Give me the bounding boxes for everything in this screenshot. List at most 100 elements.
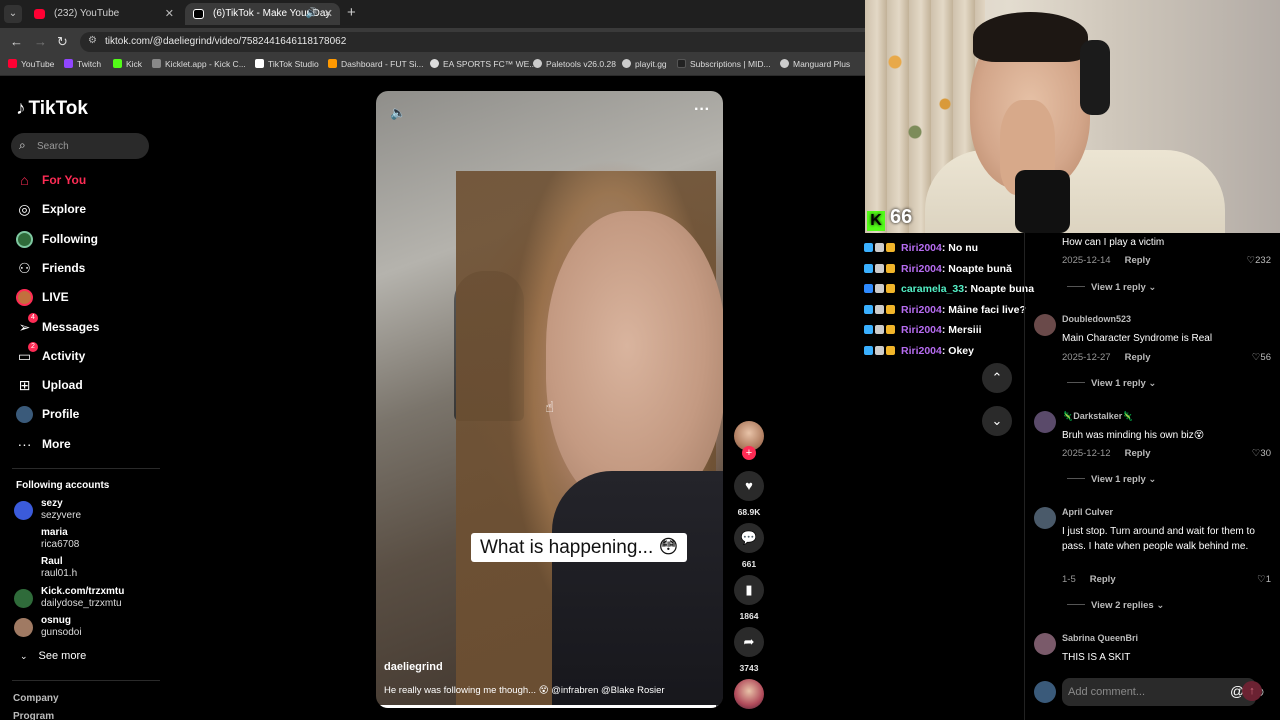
bookmark-tiktok-studio[interactable]: TikTok Studio <box>255 59 319 69</box>
bookmark-label: EA SPORTS FC™ WE... <box>443 59 537 69</box>
send-icon[interactable]: ↑ <box>1242 681 1262 701</box>
search-icon[interactable]: ⌕ <box>19 138 26 153</box>
music-disc-avatar[interactable] <box>734 679 764 709</box>
avatar <box>14 501 33 520</box>
comment-field[interactable]: @ ☺ <box>1062 678 1266 706</box>
video-caption-overlay: What is happening... 😳 <box>471 533 688 562</box>
video-author[interactable]: daeliegrind <box>384 661 443 673</box>
nav-label: Upload <box>42 378 83 392</box>
nav-for-you[interactable]: ⌂ For You <box>14 169 164 193</box>
globe-icon <box>430 59 439 68</box>
youtube-favicon-icon <box>34 9 45 19</box>
see-more-button[interactable]: ⌄ See more <box>20 650 86 662</box>
globe-icon <box>780 59 789 68</box>
bookmark-icon[interactable]: ▮ <box>734 575 764 605</box>
comment-item: April Culver I just stop. Turn around an… <box>1034 507 1274 593</box>
share-action[interactable]: ➦ 3743 <box>734 627 764 673</box>
save-action[interactable]: ▮ 1864 <box>734 575 764 621</box>
crown-badge-icon <box>886 346 895 355</box>
footer-program-link[interactable]: Program <box>13 711 54 720</box>
bookmark-playit[interactable]: playit.gg <box>622 59 667 69</box>
forward-arrow-icon[interactable]: → <box>34 34 47 49</box>
nav-explore[interactable]: ◎ Explore <box>14 198 164 222</box>
view-replies-button[interactable]: View 2 replies ⌄ <box>1067 600 1164 611</box>
upload-icon: ⊞ <box>18 377 31 393</box>
account-item[interactable]: osnug gunsodoi <box>14 615 154 641</box>
comment-input[interactable] <box>1068 683 1188 701</box>
search-input[interactable] <box>37 137 142 155</box>
search-box[interactable]: ⌕ <box>11 133 149 159</box>
nav-live[interactable]: LIVE <box>14 286 164 310</box>
comment-author[interactable]: 🦎Darkstalker🦎 <box>1062 411 1133 422</box>
account-item[interactable]: Kick.com/trzxmtu dailydose_trzxmtu <box>14 586 154 612</box>
bookmark-fut-dashboard[interactable]: Dashboard - FUT Si... <box>328 59 424 69</box>
avatar[interactable] <box>1034 507 1056 529</box>
site-info-icon[interactable]: ⚙ <box>88 35 97 46</box>
comment-action[interactable]: 💬 661 <box>734 523 764 569</box>
bookmark-kicklet[interactable]: Kicklet.app - Kick C... <box>152 59 246 69</box>
avatar[interactable] <box>1034 411 1056 433</box>
nav-friends[interactable]: ⚇ Friends <box>14 257 164 281</box>
more-options-icon[interactable]: ··· <box>694 101 710 119</box>
reload-icon[interactable]: ↻ <box>57 34 68 50</box>
share-icon[interactable]: ➦ <box>734 627 764 657</box>
bookmark-kick[interactable]: Kick <box>113 59 142 69</box>
view-replies-button[interactable]: View 1 reply ⌄ <box>1067 378 1156 389</box>
volume-icon[interactable]: 🔈 <box>390 105 406 121</box>
account-item[interactable]: Raul raul01.h <box>14 556 154 582</box>
close-tab-icon[interactable]: ✕ <box>324 3 333 25</box>
reply-button[interactable]: Reply <box>1125 255 1151 266</box>
audio-playing-icon[interactable]: 🔊 <box>306 3 318 25</box>
account-item[interactable]: maria rica6708 <box>14 527 154 553</box>
nav-following[interactable]: Following <box>14 228 164 252</box>
bookmark-label: Manguard Plus <box>793 59 851 69</box>
bookmark-paletools[interactable]: Paletools v26.0.28 <box>533 59 616 69</box>
profile-icon <box>16 406 33 423</box>
avatar[interactable] <box>1034 633 1056 655</box>
comment-likes[interactable]: ♡56 <box>1252 352 1271 363</box>
nav-upload[interactable]: ⊞ Upload <box>14 374 164 398</box>
new-tab-button[interactable]: + <box>347 4 356 21</box>
avatar[interactable] <box>1034 314 1056 336</box>
nav-more[interactable]: ··· More <box>14 433 164 457</box>
bookmark-manguard[interactable]: Manguard Plus <box>780 59 850 69</box>
tiktok-logo[interactable]: ♪ TikTok <box>16 98 88 120</box>
bookmark-twitch[interactable]: Twitch <box>64 59 101 69</box>
comment-likes[interactable]: ♡1 <box>1257 574 1271 585</box>
bookmark-youtube[interactable]: YouTube <box>8 59 54 69</box>
view-replies-button[interactable]: View 1 reply ⌄ <box>1067 474 1156 485</box>
view-replies-button[interactable]: View 1 reply ⌄ <box>1067 282 1156 293</box>
nav-activity[interactable]: ▭ 2 Activity <box>14 342 164 369</box>
next-video-button[interactable]: ⌄ <box>982 406 1012 436</box>
nav-profile[interactable]: Profile <box>14 403 164 427</box>
reply-button[interactable]: Reply <box>1125 448 1151 459</box>
tab-youtube[interactable]: (232) YouTube ✕ <box>26 3 181 25</box>
follow-plus-button[interactable]: + <box>742 446 756 460</box>
back-arrow-icon[interactable]: ← <box>10 34 23 49</box>
url-text[interactable]: tiktok.com/@daeliegrind/video/7582441646… <box>105 36 346 47</box>
close-tab-icon[interactable]: ✕ <box>165 3 174 25</box>
reply-button[interactable]: Reply <box>1090 574 1116 585</box>
nav-label: Profile <box>42 407 80 421</box>
bookmark-ea-sports[interactable]: EA SPORTS FC™ WE... <box>430 59 536 69</box>
comment-likes[interactable]: ♡232 <box>1247 255 1271 266</box>
comment-likes[interactable]: ♡30 <box>1252 448 1271 459</box>
tab-tiktok[interactable]: (6)TikTok - Make Your Day 🔊 ✕ <box>185 3 340 25</box>
previous-video-button[interactable]: ⌃ <box>982 363 1012 393</box>
comment-author[interactable]: Doubledown523 <box>1062 314 1131 324</box>
comment-icon[interactable]: 💬 <box>734 523 764 553</box>
nav-messages[interactable]: ➢ 4 Messages <box>14 313 164 340</box>
youtube-icon <box>8 59 17 68</box>
video-progress-bar[interactable] <box>376 705 723 708</box>
bookmark-subscriptions[interactable]: Subscriptions | MID... <box>677 59 771 69</box>
comment-author[interactable]: April Culver <box>1062 507 1113 517</box>
chat-text: : No nu <box>941 242 979 254</box>
omnibox[interactable]: ⚙ tiktok.com/@daeliegrind/video/75824416… <box>80 32 865 52</box>
account-item[interactable]: sezy sezyvere <box>14 498 154 524</box>
comment-author[interactable]: Sabrina QueenBri <box>1062 633 1138 643</box>
footer-company-link[interactable]: Company <box>13 693 59 704</box>
reply-button[interactable]: Reply <box>1125 352 1151 363</box>
heart-icon[interactable]: ♥ <box>734 471 764 501</box>
like-action[interactable]: ♥ 68.9K <box>734 471 764 517</box>
tab-search-button[interactable]: ⌄ <box>4 5 22 23</box>
